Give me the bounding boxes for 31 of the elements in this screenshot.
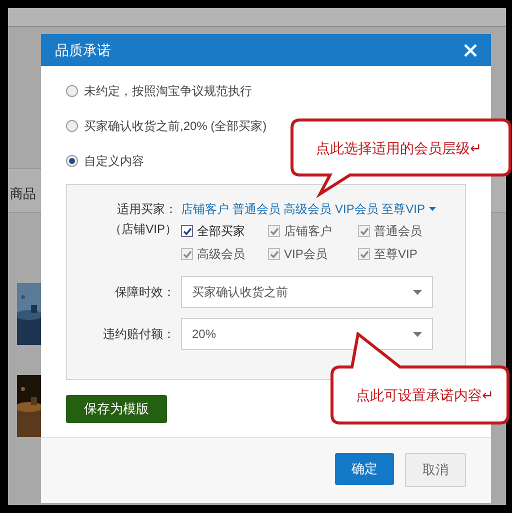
caret-icon [413,332,422,336]
radio-button[interactable] [66,155,78,167]
checkbox-label: 至尊VIP [374,246,418,263]
select-field[interactable]: 买家确认收货之前 [181,276,433,308]
cancel-button[interactable]: 取消 [405,453,466,487]
callout-text: 点此选择适用的会员层级↵ [316,139,482,158]
checkbox-label: 全部买家 [197,223,245,240]
caret-icon [429,207,436,211]
checkbox-label: 店铺客户 [284,223,332,240]
option-label: 自定义内容 [84,153,144,170]
close-icon[interactable] [464,44,477,56]
checkbox[interactable] [181,225,193,237]
field-label: 适用买家： [117,201,177,218]
radio-button[interactable] [66,120,78,132]
radio-button[interactable] [66,85,78,97]
side-text: 商品 [10,185,36,203]
checkbox-label: VIP会员 [284,246,328,263]
callout-text: 点此可设置承诺内容↵ [356,386,494,405]
select-field[interactable]: 20% [181,318,433,350]
checkbox-label: 普通会员 [374,223,422,240]
confirm-button[interactable]: 确定 [335,453,394,485]
dialog-title: 品质承诺 [55,40,111,60]
member-dropdown[interactable]: 店铺客户 普通会员 高级会员 VIP会员 至尊VIP [181,199,438,219]
save-template-button[interactable]: 保存为模版 [66,395,167,423]
checkbox-label: 高级会员 [197,246,245,263]
field-label: 违约赔付额： [102,326,176,343]
caret-icon [413,290,422,294]
field-label: 保障时效： [114,284,176,301]
option-label: 买家确认收货之前,20% (全部买家) [84,118,267,135]
option-label: 未约定，按照淘宝争议规范执行 [84,83,252,100]
field-sublabel: （店铺VIP） [110,221,177,238]
